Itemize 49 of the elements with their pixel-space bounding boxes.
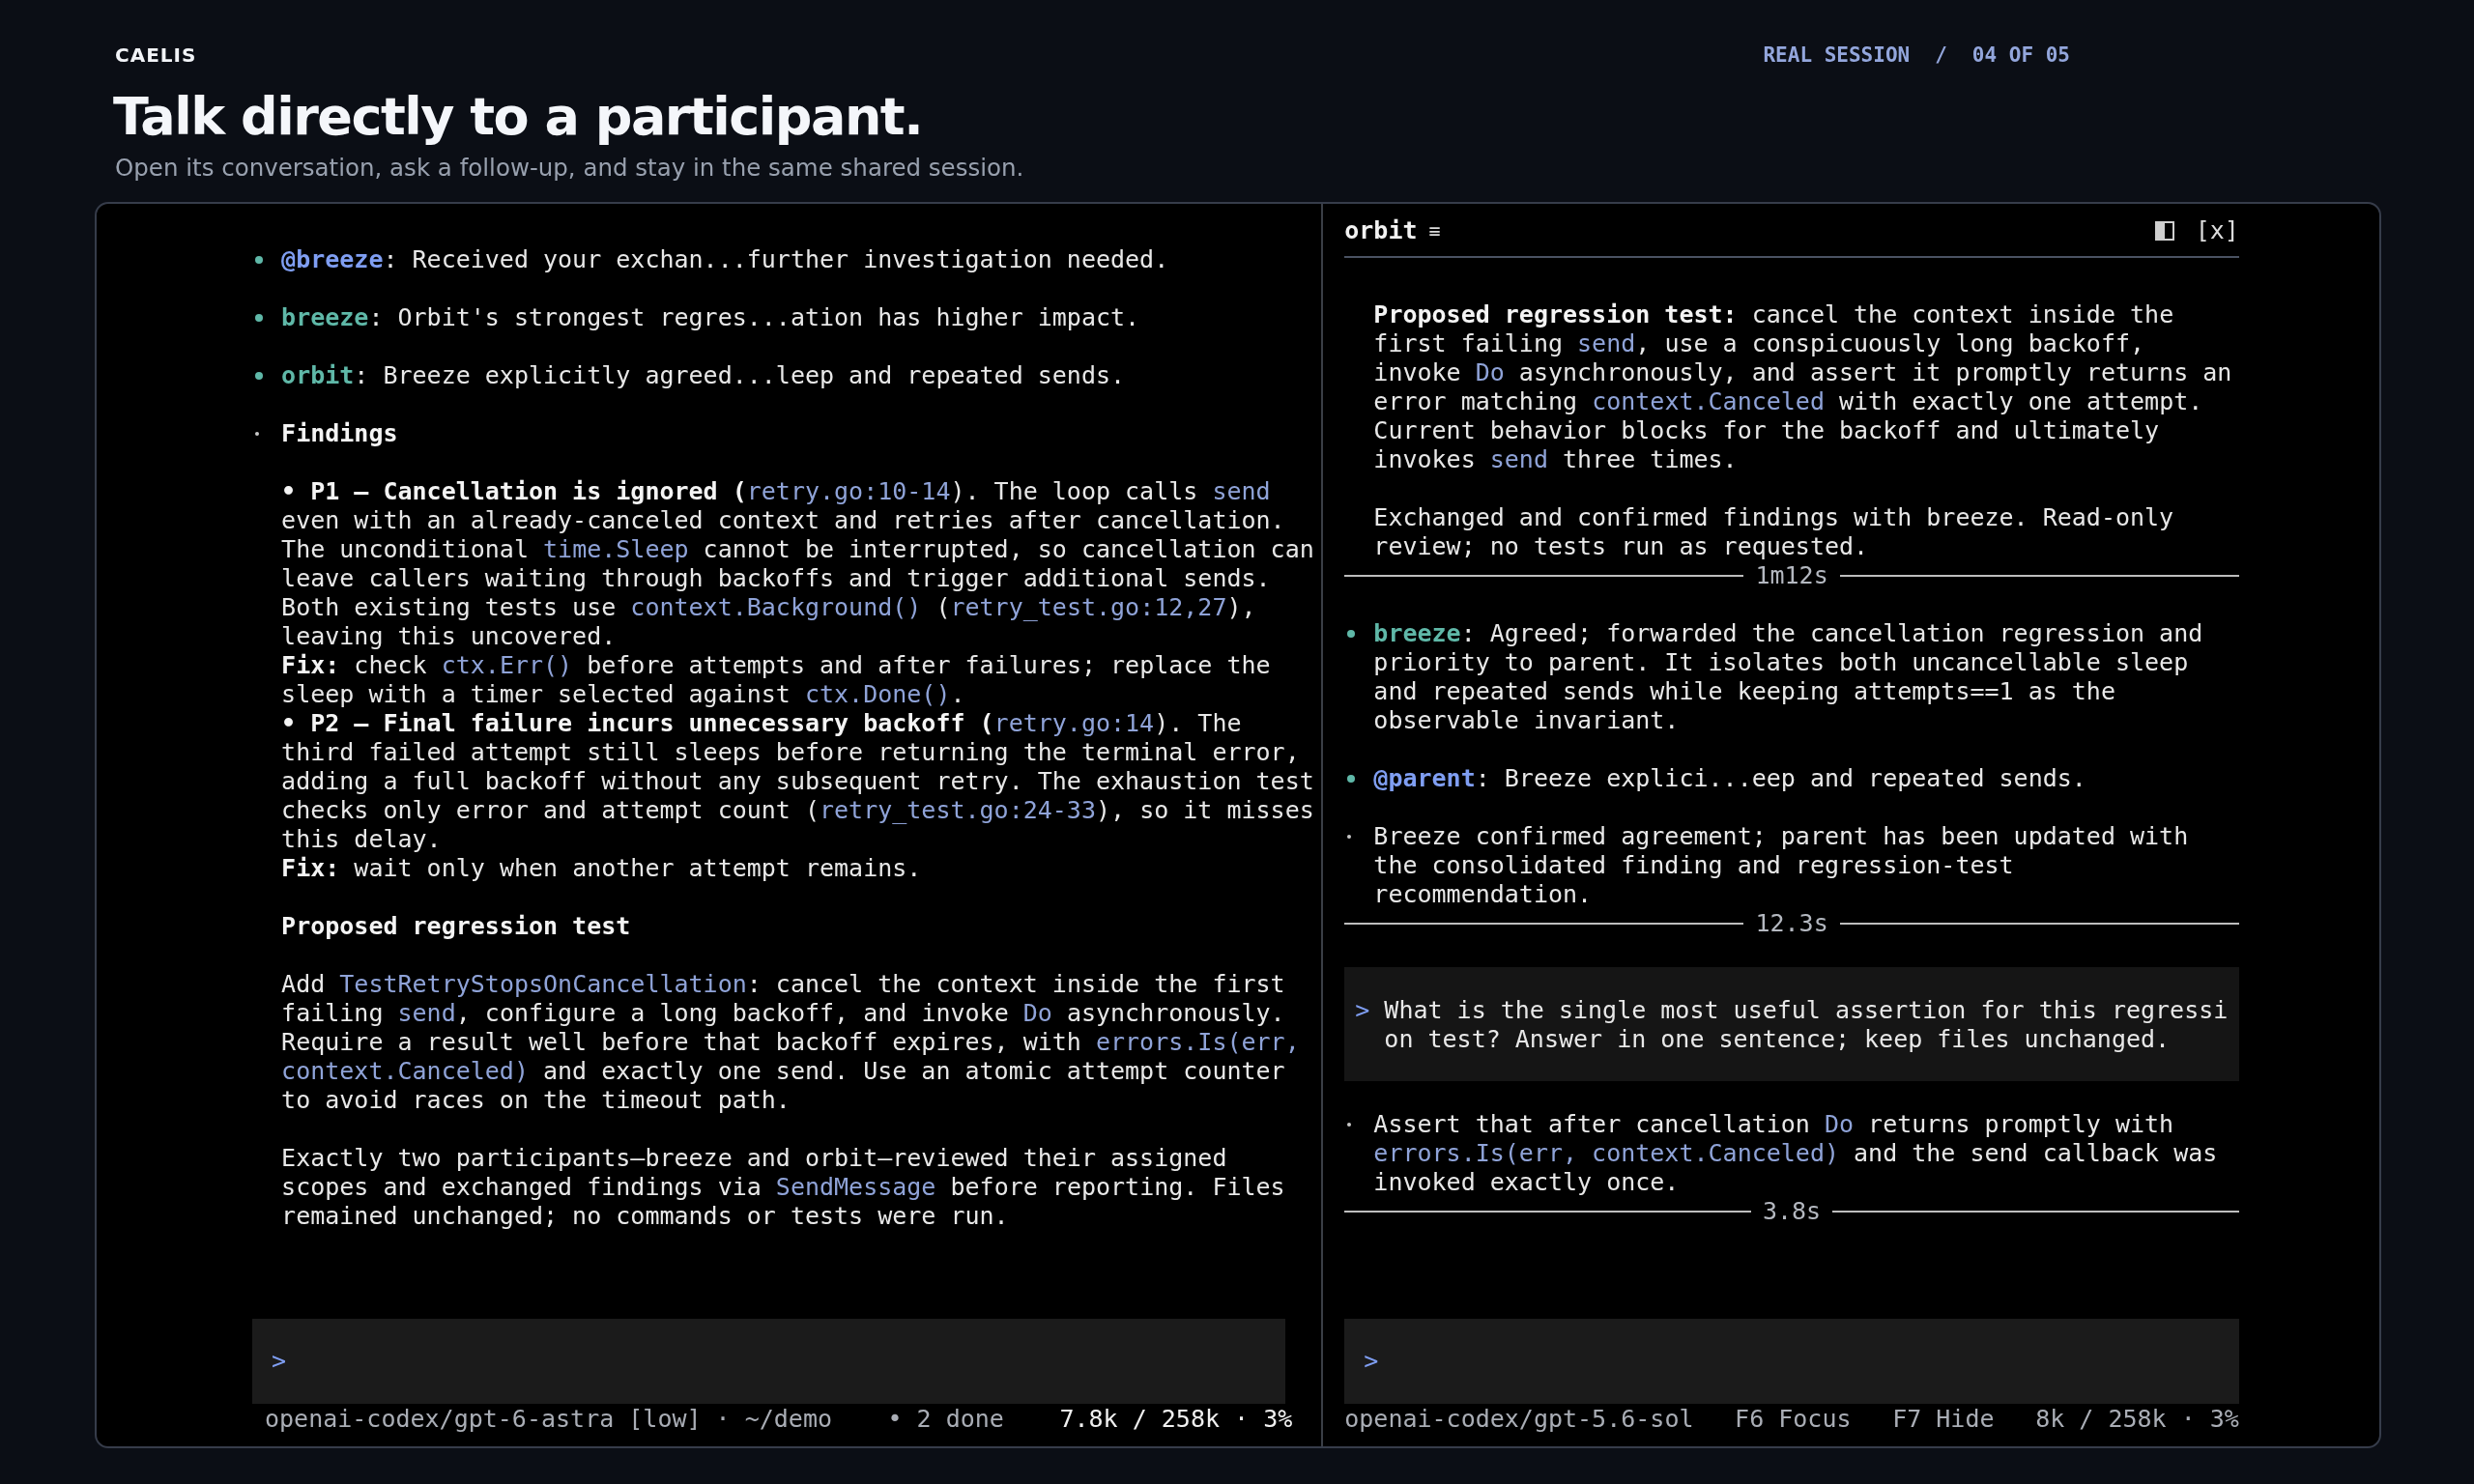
section-heading: Proposed regression test	[281, 912, 632, 941]
separator: /	[1935, 43, 1947, 67]
chat-message: @breeze: Received your exchan...further investigation needed.	[281, 245, 1170, 274]
message-text: Assert that after cancellation Do returns promptly with errors.Is(err, context.Canceled) and the send callback was invoked exactly once.	[1373, 1110, 2219, 1197]
split-view-icon[interactable]	[2154, 221, 2174, 241]
chat-message: @parent: Breeze explici...eep and repeated sends.	[1373, 764, 2087, 793]
menu-button[interactable]: ≡	[1428, 216, 1441, 245]
elapsed-time: 1m12s	[1754, 561, 1829, 590]
message-text: • P1 — Cancellation is ignored (retry.go:10-14). The loop calls send even with an already-canceled context and retries after cancellation. The unconditional time.Sleep cannot be interrupted, so cancellation can leave callers waiting through backoffs and trigger additional sends. Both existing tests use context.Background() (retry_test.go:12,27), leaving this uncovered.	[281, 477, 1315, 651]
page-subtitle: Open its conversation, ask a follow-up, and stay in the same shared session.	[115, 153, 1025, 184]
bullet-icon	[1347, 630, 1356, 638]
message-text: Fix: check ctx.Err() before attempts and after failures; replace the sleep with a timer selected against ctx.Done().	[281, 651, 1272, 709]
message-text: Exchanged and confirmed findings with breeze. Read-only review; no tests run as requested.	[1373, 503, 2175, 561]
status-text: 7.8k / 258k · 3%	[1059, 1405, 1293, 1434]
bullet-icon	[255, 372, 263, 380]
bullet-icon	[1347, 1123, 1352, 1127]
status-text: openai-codex/gpt-5.6-sol	[1344, 1405, 1694, 1434]
bullet-icon	[1347, 835, 1352, 839]
chat-message: breeze: Agreed; forwarded the cancellation regression and priority to parent. It isolates both uncancellable sleep and repeated sends while keeping attempts==1 as the observable invariant.	[1373, 619, 2204, 735]
message-text: Proposed regression test: cancel the context inside the first failing send, use a conspicuously long backoff, invoke Do asynchronously, and assert it promptly returns an error matching context.Canceled with exactly one attempt. Current behavior blocks for the backoff and ultimately invokes send three times.	[1373, 300, 2233, 474]
message-text: Fix: wait only when another attempt remains.	[281, 854, 923, 883]
chat-message: orbit: Breeze explicitly agreed...leep and repeated sends.	[281, 361, 1127, 390]
pane-title: orbit	[1344, 216, 1418, 245]
chat-message: breeze: Orbit's strongest regres...ation has higher impact.	[281, 303, 1141, 332]
elapsed-time: 3.8s	[1761, 1197, 1823, 1226]
status-text: • 2 done	[887, 1405, 1004, 1434]
message-text: Breeze confirmed agreement; parent has been updated with the consolidated finding and regression-test recommendation.	[1373, 822, 2190, 909]
status-text: 8k / 258k · 3%	[2035, 1405, 2239, 1434]
bullet-icon	[1347, 775, 1356, 783]
prompt-glyph: >	[1355, 996, 1371, 1026]
elapsed-time: 12.3s	[1754, 909, 1829, 938]
bullet-icon	[255, 314, 263, 322]
status-text: F7 Hide	[1892, 1405, 1995, 1434]
section-heading: Findings	[281, 419, 399, 448]
command-input[interactable]: >	[1344, 1319, 2239, 1404]
message-text: Exactly two participants—breeze and orbit—reviewed their assigned scopes and exchanged findings via SendMessage before reporting. Files remained unchanged; no commands or tests were run.	[281, 1144, 1286, 1231]
bullet-icon	[255, 256, 263, 264]
page-title: Talk directly to a participant.	[113, 85, 924, 149]
command-input[interactable]: >	[252, 1319, 1286, 1404]
close-button[interactable]: [x]	[2195, 216, 2239, 245]
message-text: Add TestRetryStopsOnCancellation: cancel the context inside the first failing send, configure a long backoff, and invoke Do asynchronously. Require a result well before that backoff expires, with errors.Is(err, context.Canceled) and exactly one send. Use an atomic attempt counter to avoid races on the timeout path.	[281, 970, 1301, 1115]
query-text: What is the single most useful assertion for this regression test? Answer in one sentence; keep files unchanged.	[1384, 996, 2229, 1054]
session-label: REAL SESSION	[1763, 43, 1911, 67]
message-text: • P2 — Final failure incurs unnecessary backoff (retry.go:14). The third failed attempt still sleeps before returning the terminal error, adding a full backoff without any subsequent retry. The exhaustion test checks only error and attempt count (retry_test.go:24-33), so it misses this delay.	[281, 709, 1315, 854]
step-counter: 04 OF 05	[1971, 43, 2070, 67]
brand-name: CAELIS	[115, 43, 197, 67]
bullet-icon	[255, 432, 259, 436]
status-text: openai-codex/gpt-6-astra [low] · ~/demo	[265, 1405, 832, 1434]
status-text: F6 Focus	[1735, 1405, 1852, 1434]
